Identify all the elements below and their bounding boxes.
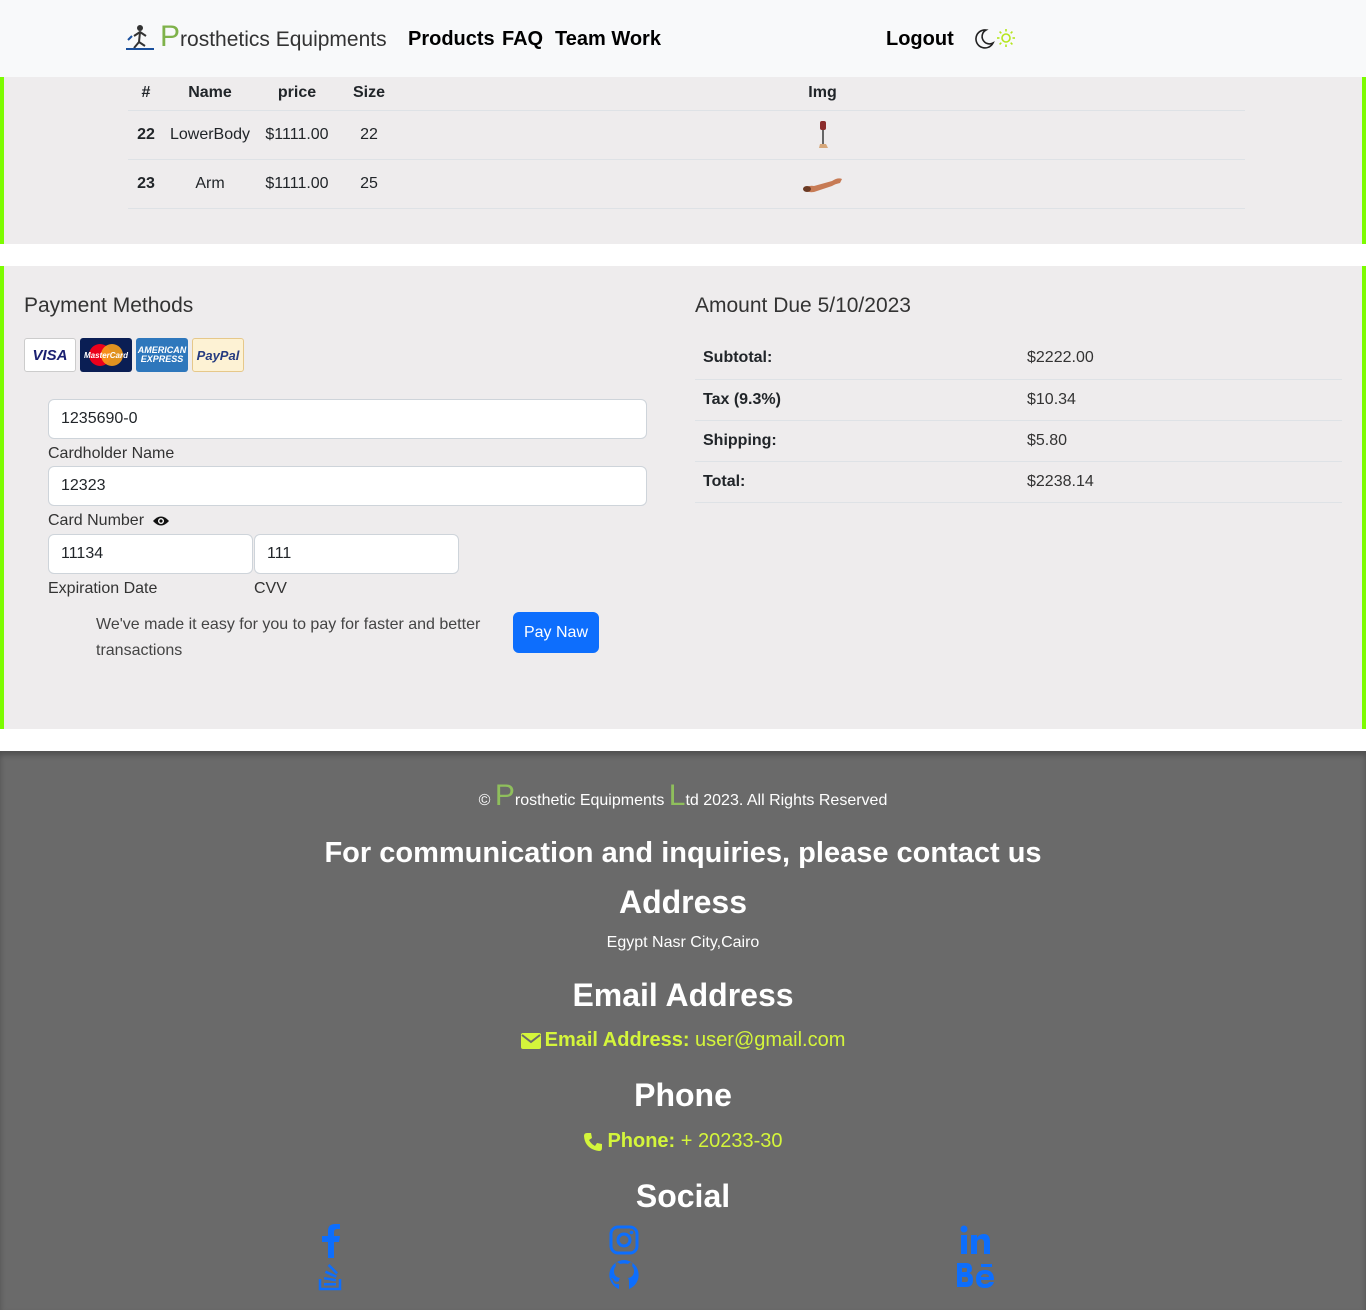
email-link[interactable]: user@gmail.com	[695, 1029, 845, 1051]
table-row: Tax (9.3%) $10.34	[695, 379, 1342, 421]
row-id: 22	[128, 110, 164, 160]
sun-icon[interactable]	[995, 27, 1017, 49]
table-row: 23 Arm $1111.00 25	[128, 159, 1245, 209]
cvv-label: CVV	[254, 580, 287, 597]
card-number-label: Card Number	[48, 512, 145, 529]
brand-initial: P	[160, 20, 181, 53]
pay-now-button[interactable]: Pay Naw	[513, 612, 599, 653]
linkedin-icon[interactable]	[960, 1225, 990, 1255]
tax-value: $10.34	[1019, 379, 1342, 421]
expiration-date-label: Expiration Date	[48, 580, 158, 597]
payment-section: Payment Methods VISA MasterCard AMERICAN…	[0, 266, 1366, 729]
col-header-size: Size	[338, 77, 400, 111]
phone-label: Phone:	[607, 1130, 676, 1152]
row-name: LowerBody	[164, 110, 256, 160]
moon-icon[interactable]	[973, 28, 995, 50]
subtotal-value: $2222.00	[1019, 338, 1342, 380]
shipping-label: Shipping:	[695, 420, 1019, 462]
total-label: Total:	[695, 461, 1019, 503]
address-text: Egypt Nasr City,Cairo	[606, 934, 760, 951]
mastercard-logo-icon: MasterCard	[80, 338, 132, 372]
table-row: Subtotal: $2222.00	[695, 338, 1342, 380]
nav-faq[interactable]: FAQ	[502, 28, 543, 51]
facebook-icon[interactable]	[320, 1224, 342, 1258]
shipping-value: $5.80	[1019, 420, 1342, 462]
brand-name: rosthetics Equipments	[180, 28, 387, 51]
amount-table: Subtotal: $2222.00 Tax (9.3%) $10.34 Shi…	[695, 338, 1342, 503]
footer: © Prosthetic Equipments Ltd 2023. All Ri…	[0, 751, 1366, 1310]
email-label: Email Address:	[544, 1029, 690, 1051]
instagram-icon[interactable]	[609, 1225, 639, 1255]
nav-products[interactable]: Products	[408, 28, 495, 51]
phone-icon	[584, 1132, 603, 1151]
copyright: © Prosthetic Equipments Ltd 2023. All Ri…	[478, 779, 888, 812]
row-size: 25	[338, 159, 400, 209]
amex-logo-icon: AMERICAN EXPRESS	[136, 338, 188, 372]
expiration-date-input[interactable]: 11134	[48, 534, 253, 574]
github-icon[interactable]	[608, 1259, 640, 1291]
stackoverflow-icon[interactable]	[318, 1261, 344, 1291]
table-row: 22 LowerBody $1111.00 22	[128, 110, 1245, 160]
row-price: $1111.00	[256, 159, 338, 209]
row-name: Arm	[164, 159, 256, 209]
tax-label: Tax (9.3%)	[695, 379, 1019, 421]
orders-table: # Name price Size Img 22 LowerBody $1111…	[128, 77, 1245, 209]
prosthetic-leg-image	[818, 120, 828, 148]
nav-team-work[interactable]: Team Work	[555, 28, 661, 51]
col-header-name: Name	[164, 77, 256, 111]
eye-icon[interactable]	[152, 514, 170, 528]
cardholder-name-input[interactable]: 1235690-0	[48, 399, 647, 439]
email-heading: Email Address	[572, 977, 794, 1013]
address-heading: Address	[618, 884, 748, 920]
subtotal-label: Subtotal:	[695, 338, 1019, 380]
col-header-price: price	[256, 77, 338, 111]
contact-heading: For communication and inquiries, please …	[324, 837, 1042, 869]
table-row: Total: $2238.14	[695, 461, 1342, 503]
card-logos: VISA MasterCard AMERICAN EXPRESS PayPal	[24, 338, 244, 372]
social-heading: Social	[635, 1178, 731, 1214]
prosthetic-arm-image	[802, 177, 842, 192]
row-size: 22	[338, 110, 400, 160]
phone-heading: Phone	[634, 1077, 732, 1113]
amount-due-title: Amount Due 5/10/2023	[695, 294, 911, 317]
phone-number[interactable]: + 20233-30	[681, 1130, 783, 1152]
row-price: $1111.00	[256, 110, 338, 160]
col-header-img: Img	[400, 77, 1245, 111]
email-line: Email Address: user@gmail.com	[0, 1029, 1366, 1052]
table-row: Shipping: $5.80	[695, 420, 1342, 462]
brand-logo-icon	[126, 25, 154, 50]
paypal-logo-icon: PayPal	[192, 338, 244, 372]
logout-link[interactable]: Logout	[886, 28, 954, 51]
row-id: 23	[128, 159, 164, 209]
brand[interactable]: Prosthetics Equipments	[124, 22, 387, 52]
payment-methods-title: Payment Methods	[24, 294, 194, 317]
payment-hint-text: We've made it easy for you to pay for fa…	[96, 616, 481, 659]
cvv-input[interactable]: 111	[254, 534, 459, 574]
visa-logo-icon: VISA	[24, 338, 76, 372]
col-header-id: #	[128, 77, 164, 111]
phone-line: Phone: + 20233-30	[0, 1130, 1366, 1153]
total-value: $2238.14	[1019, 461, 1342, 503]
cardholder-name-label: Cardholder Name	[48, 445, 175, 462]
card-number-input[interactable]: 12323	[48, 466, 647, 506]
navbar: Prosthetics Equipments Products FAQ Team…	[0, 0, 1366, 77]
behance-icon[interactable]	[956, 1261, 996, 1289]
envelope-icon	[520, 1032, 541, 1049]
orders-section: # Name price Size Img 22 LowerBody $1111…	[0, 77, 1366, 244]
